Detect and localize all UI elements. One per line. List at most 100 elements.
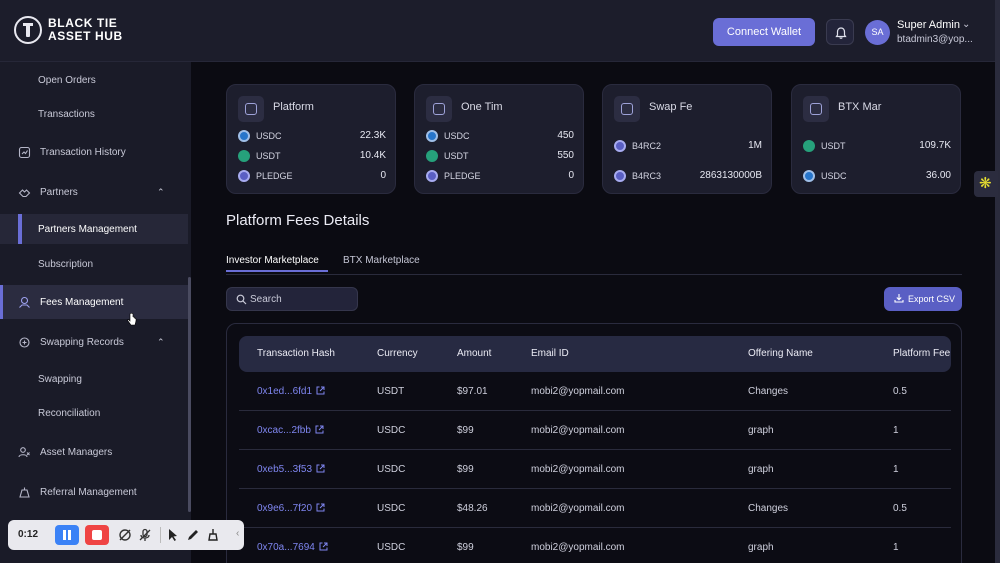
user-name[interactable]: Super Admin (897, 19, 960, 31)
active-tab-indicator (226, 270, 328, 272)
column-header[interactable]: Email ID (531, 348, 569, 359)
eraser-icon[interactable] (206, 528, 220, 542)
sidebar-item-label: Reconciliation (38, 407, 101, 419)
download-icon (894, 294, 904, 303)
email-cell: mobi2@yopmail.com (531, 386, 625, 397)
coin-name: B4RC2 (632, 141, 662, 151)
transaction-hash-link[interactable]: 0xcac...2fbb (257, 425, 324, 436)
tabs-divider (226, 274, 962, 275)
usdt-icon (238, 150, 250, 162)
transaction-hash-link[interactable]: 0x70a...7694 (257, 542, 328, 553)
marketplace-fee-icon (803, 96, 829, 122)
amount-cell: $48.26 (457, 503, 488, 514)
email-cell: mobi2@yopmail.com (531, 425, 625, 436)
fee-summary-card: BTX Mar USDT 109.7K USDC 36.00 (791, 84, 961, 194)
sidebar-item-label: Asset Managers (40, 446, 113, 458)
transaction-hash-link[interactable]: 0x1ed...6fd1 (257, 386, 325, 397)
amount-cell: $97.01 (457, 386, 488, 397)
chevron-down-icon[interactable]: ⌄ (962, 19, 970, 30)
accessibility-widget-button[interactable]: ❋ (974, 171, 998, 197)
sparkle-icon: ❋ (979, 175, 992, 192)
coin-value: 10.4K (359, 150, 386, 161)
mic-off-icon[interactable] (138, 528, 152, 542)
card-row: B4RC2 1M (614, 139, 762, 153)
column-header[interactable]: Transaction Hash (257, 348, 335, 359)
search-input[interactable] (250, 291, 350, 307)
brand-name: BLACK TIE ASSET HUB (48, 17, 123, 43)
column-header[interactable]: Platform Fee (893, 348, 950, 359)
sidebar-item-transactions[interactable]: Transactions (0, 99, 188, 129)
chevron-up-icon[interactable]: ⌃ (157, 337, 165, 348)
notifications-button[interactable] (826, 19, 854, 45)
fee-summary-card: Swap Fe B4RC2 1M B4RC3 2863130000B (602, 84, 772, 194)
sidebar-item-fees-management[interactable]: Fees Management (0, 285, 188, 319)
stop-button[interactable] (85, 525, 109, 545)
coin-name: USDC (256, 131, 282, 141)
email-cell: mobi2@yopmail.com (531, 542, 625, 553)
column-header[interactable]: Currency (377, 348, 418, 359)
coin-name: PLEDGE (256, 171, 293, 181)
brand-logo[interactable]: BLACK TIE ASSET HUB (14, 16, 123, 44)
pledge-icon (426, 170, 438, 182)
tab-btx-marketplace[interactable]: BTX Marketplace (343, 255, 420, 266)
card-row: USDT 109.7K (803, 139, 951, 153)
hash-text: 0xcac...2fbb (257, 425, 311, 436)
sidebar-item-referral-management[interactable]: Referral Management (0, 477, 188, 507)
column-header[interactable]: Offering Name (748, 348, 813, 359)
sidebar-item-open-orders[interactable]: Open Orders (0, 65, 188, 95)
connect-wallet-button[interactable]: Connect Wallet (713, 18, 815, 46)
sidebar-item-subscription[interactable]: Subscription (0, 249, 188, 279)
external-link-icon (316, 464, 325, 473)
hash-text: 0x9e6...7f20 (257, 503, 313, 514)
email-cell: mobi2@yopmail.com (531, 464, 625, 475)
fee-cell: 1 (893, 464, 899, 475)
offering-cell: graph (748, 425, 774, 436)
offering-cell: Changes (748, 503, 789, 514)
table-row: 0xcac...2fbb USDC $99 mobi2@yopmail.com … (239, 411, 951, 450)
card-row: USDC 36.00 (803, 169, 951, 183)
currency-cell: USDC (377, 464, 406, 475)
sidebar-item-asset-managers[interactable]: Asset Managers (0, 437, 188, 467)
sidebar-item-label: Partners Management (38, 223, 137, 235)
mouse-pointer-icon (127, 313, 137, 326)
sidebar-item-partners-management[interactable]: Partners Management (0, 214, 188, 244)
sidebar-item-label: Open Orders (38, 74, 96, 86)
sidebar-scrollbar[interactable] (188, 277, 191, 512)
sidebar-item-swapping-records[interactable]: Swapping Records ⌃ (0, 327, 188, 357)
cursor-icon[interactable] (166, 528, 180, 542)
transaction-hash-link[interactable]: 0xeb5...3f53 (257, 464, 325, 475)
search-box[interactable] (226, 287, 358, 311)
sidebar-item-partners[interactable]: Partners ⌃ (0, 177, 188, 207)
sidebar-item-swapping[interactable]: Swapping (0, 364, 188, 394)
avatar[interactable]: SA (865, 20, 890, 45)
sidebar-item-reconciliation[interactable]: Reconciliation (0, 398, 188, 428)
coin-name: B4RC3 (632, 171, 662, 181)
transaction-hash-link[interactable]: 0x9e6...7f20 (257, 503, 325, 514)
usdc-icon (426, 130, 438, 142)
card-title: Swap Fe (649, 101, 693, 113)
swap-fee-icon (614, 96, 640, 122)
pen-icon[interactable] (186, 528, 200, 542)
pause-button[interactable] (55, 525, 79, 545)
sidebar-item-label: Swapping Records (40, 336, 124, 348)
email-cell: mobi2@yopmail.com (531, 503, 625, 514)
sidebar-item-transaction-history[interactable]: Transaction History (0, 137, 188, 167)
partners-icon (18, 188, 31, 197)
currency-cell: USDC (377, 542, 406, 553)
fee-cell: 1 (893, 425, 899, 436)
tab-investor-marketplace[interactable]: Investor Marketplace (226, 255, 319, 266)
column-header[interactable]: Amount (457, 348, 491, 359)
fees-table: Transaction Hash Currency Amount Email I… (226, 323, 962, 563)
page-title: Platform Fees Details (226, 212, 370, 229)
chevron-left-icon[interactable]: ‹ (236, 528, 239, 539)
camera-off-icon[interactable] (118, 528, 132, 542)
chevron-up-icon[interactable]: ⌃ (157, 187, 165, 198)
export-csv-button[interactable]: Export CSV (884, 287, 962, 311)
external-link-icon (316, 386, 325, 395)
coin-name: PLEDGE (444, 171, 481, 181)
token-icon (614, 170, 626, 182)
coin-value: 1M (748, 140, 762, 151)
swap-icon (19, 336, 30, 348)
search-icon (236, 294, 247, 305)
external-link-icon (316, 503, 325, 512)
